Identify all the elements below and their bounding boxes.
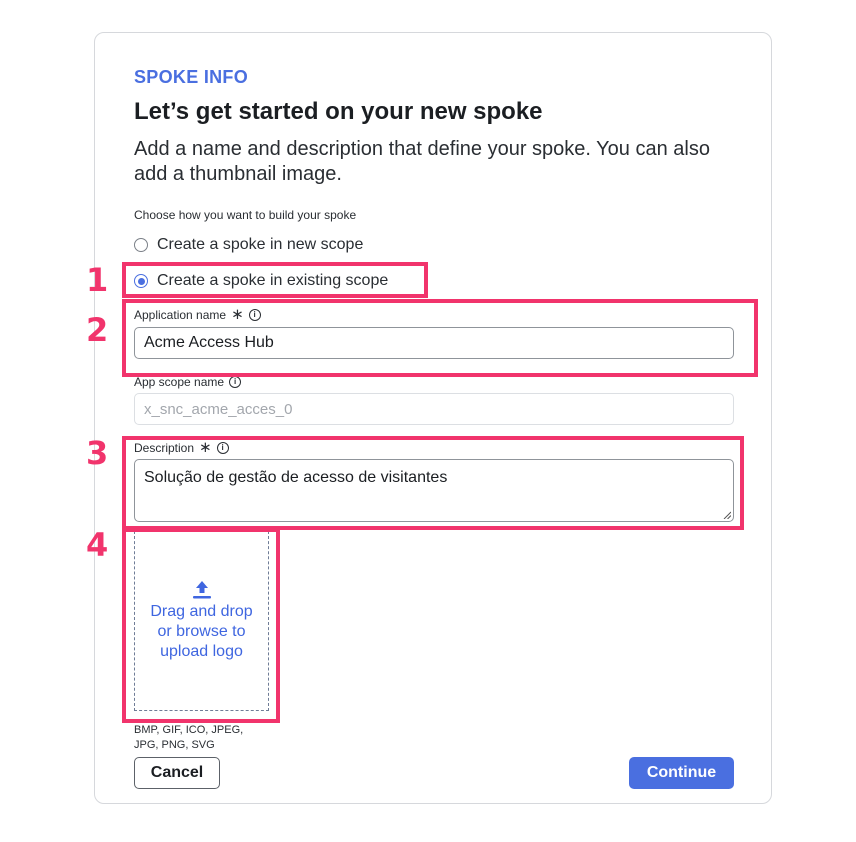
continue-button[interactable]: Continue [629,757,734,789]
highlight-box-2 [122,299,758,377]
radio-label-new-scope: Create a spoke in new scope [157,236,364,253]
highlight-box-1 [122,262,428,298]
radio-new-scope[interactable]: Create a spoke in new scope [134,236,363,254]
highlight-box-4 [122,528,280,723]
highlight-box-3 [122,436,744,530]
build-method-prompt: Choose how you want to build your spoke [134,208,357,222]
app-scope-label: App scope name i [134,375,242,389]
annotation-number-4: 4 [86,526,109,564]
info-icon[interactable]: i [229,376,242,388]
app-scope-placeholder: x_snc_acme_acces_0 [144,400,293,418]
annotation-number-3: 3 [86,434,109,472]
radio-button-new-scope[interactable] [134,238,148,252]
page-subtitle: Add a name and description that define y… [134,138,710,185]
app-scope-input: x_snc_acme_acces_0 [134,393,734,425]
section-eyebrow: SPOKE INFO [134,67,249,87]
app-scope-label-text: App scope name [134,375,225,389]
supported-formats: BMP, GIF, ICO, JPEG, JPG, PNG, SVG [134,724,244,751]
cancel-button[interactable]: Cancel [134,757,220,789]
annotation-number-1: 1 [86,261,109,299]
page-title: Let’s get started on your new spoke [134,98,543,125]
annotation-number-2: 2 [86,311,109,349]
